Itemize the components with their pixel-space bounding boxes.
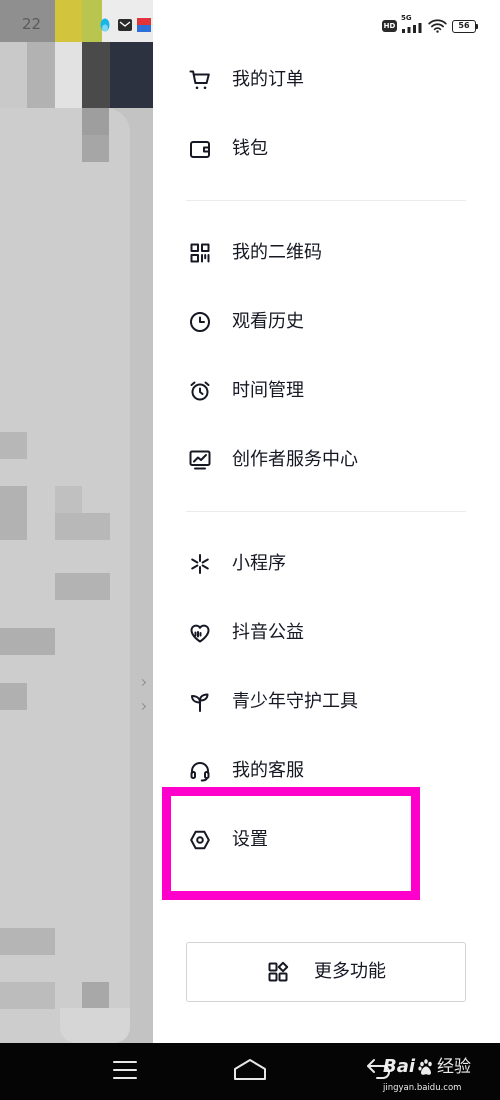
clock-icon (190, 311, 210, 332)
watermark-logo: Bai 经验 (383, 1054, 495, 1080)
menu-item-label: 创作者服务中心 (232, 448, 358, 470)
divider-line (186, 200, 466, 201)
mosaic-block (27, 42, 55, 108)
menu-item-label: 我的客服 (232, 759, 304, 781)
more-grid-icon (268, 961, 289, 982)
battery-nub (476, 24, 478, 29)
baidu-paw-icon (418, 1059, 432, 1075)
mosaic-block (82, 42, 110, 108)
hd-badge: HD (382, 20, 397, 32)
menu-item-my-qr-code[interactable]: 我的二维码 (153, 218, 500, 287)
watermark-url: jingyan.baidu.com (383, 1083, 462, 1093)
menu-divider (153, 183, 500, 218)
menu-item-label: 时间管理 (232, 379, 304, 401)
baidu-jingyan-watermark: Bai 经验 jingyan.baidu.com (383, 1054, 495, 1093)
battery-body: 56 (452, 20, 476, 33)
mini-program-icon (191, 553, 209, 574)
battery-icon: 56 (452, 20, 479, 33)
menu-icon[interactable] (112, 1060, 138, 1080)
creator-chart-icon (189, 450, 211, 469)
mosaic-block (82, 108, 109, 135)
mosaic-block (55, 513, 110, 540)
mail-icon (118, 19, 132, 31)
menu-item-mini-programs[interactable]: 小程序 (153, 529, 500, 598)
mosaic-block (60, 1008, 130, 1043)
menu-item-creator-center[interactable]: 创作者服务中心 (153, 425, 500, 494)
mosaic-block (0, 683, 27, 710)
cart-icon (189, 70, 210, 89)
mosaic-block (55, 573, 110, 600)
mosaic-block (110, 42, 153, 108)
drawer-menu: 我的订单 钱包 我的二维码 观看历史 时间管理 创作者服务中心 小程序 抖音公益… (153, 45, 500, 874)
dimmed-background-overlay[interactable]: 22 (0, 0, 153, 1043)
menu-divider (153, 494, 500, 529)
signal-icon (402, 23, 422, 33)
mosaic-block (82, 135, 109, 162)
mosaic-block (82, 982, 109, 1009)
app-notification-icon (137, 18, 151, 32)
mosaic-block (0, 432, 27, 459)
mosaic-block (55, 0, 82, 42)
status-time: 22 (22, 15, 42, 33)
home-icon[interactable] (232, 1057, 268, 1082)
watermark-brand-left: Bai (383, 1056, 416, 1077)
mosaic-block (0, 486, 27, 540)
menu-item-label: 观看历史 (232, 310, 304, 332)
settings-highlight-box (162, 787, 420, 900)
mosaic-block (0, 628, 55, 655)
menu-item-wallet[interactable]: 钱包 (153, 114, 500, 183)
divider-line (186, 511, 466, 512)
menu-item-time-management[interactable]: 时间管理 (153, 356, 500, 425)
menu-item-label: 钱包 (232, 137, 268, 159)
wifi-icon (428, 19, 447, 33)
menu-item-youth-protection[interactable]: 青少年守护工具 (153, 667, 500, 736)
menu-item-label: 我的订单 (232, 68, 304, 90)
mosaic-block (0, 982, 55, 1009)
menu-item-label: 抖音公益 (232, 621, 304, 643)
mosaic-block (0, 42, 27, 108)
menu-item-label: 小程序 (232, 552, 286, 574)
watermark-brand-right: 经验 (437, 1057, 472, 1077)
wallet-icon (190, 140, 210, 158)
more-functions-label: 更多功能 (314, 961, 386, 982)
mosaic-block (0, 928, 55, 955)
menu-item-my-orders[interactable]: 我的订单 (153, 45, 500, 114)
qq-icon (100, 18, 110, 32)
alarm-clock-icon (190, 381, 210, 400)
phone-screen: 22 HD 5G 56 我的订单 钱包 我的二维码 观看历史 时间管理 创作者服… (0, 0, 500, 1100)
headset-icon (190, 761, 210, 781)
mosaic-block (55, 42, 82, 108)
qr-code-icon (190, 243, 210, 262)
battery-level: 56 (458, 21, 470, 30)
menu-item-label: 我的二维码 (232, 241, 322, 263)
chevron-right-icon (138, 678, 147, 687)
chevron-right-icon (138, 702, 147, 711)
menu-item-watch-history[interactable]: 观看历史 (153, 287, 500, 356)
menu-item-label: 青少年守护工具 (232, 690, 358, 712)
sprout-icon (191, 693, 209, 712)
menu-item-charity[interactable]: 抖音公益 (153, 598, 500, 667)
charity-heart-icon (190, 624, 210, 642)
mosaic-block (55, 486, 82, 513)
more-functions-button[interactable]: 更多功能 (186, 942, 466, 1002)
